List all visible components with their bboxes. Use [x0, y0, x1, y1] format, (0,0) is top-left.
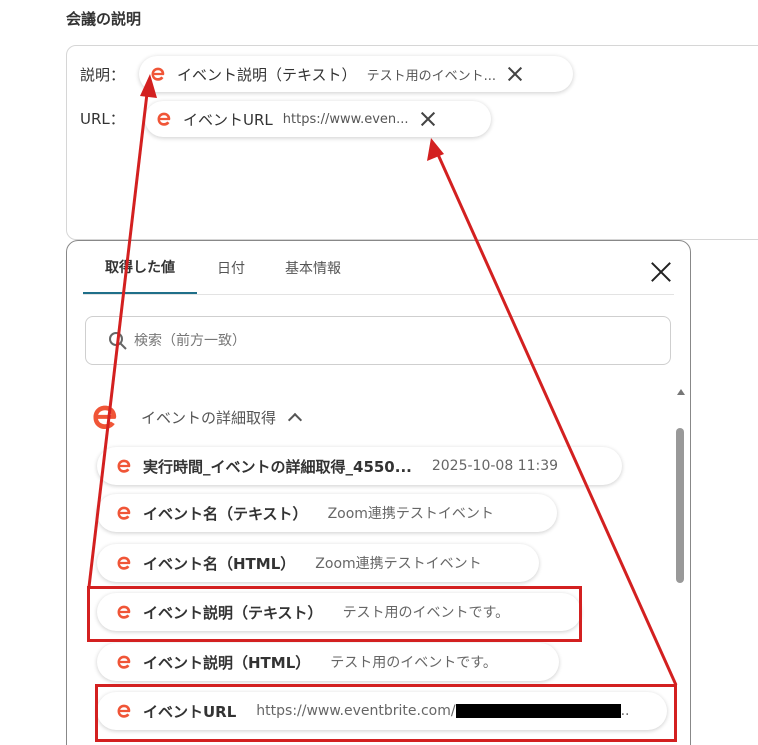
- item-name: イベント名（テキスト）: [143, 504, 308, 523]
- item-value: https://www.eventbrite.com/..: [256, 703, 629, 719]
- item-value: Zoom連携テストイベント: [315, 556, 482, 572]
- chip-value: テスト用のイベント...: [366, 68, 496, 84]
- remove-chip-close-icon[interactable]: [508, 67, 522, 81]
- tab-bar: 取得した値 日付 基本情報: [83, 241, 361, 295]
- list-item[interactable]: 実行時間_イベントの詳細取得_4550... 2025-10-08 11:39: [97, 447, 622, 485]
- tab-basic-info[interactable]: 基本情報: [265, 241, 361, 295]
- item-name: イベント説明（HTML）: [143, 653, 311, 672]
- scrollbar-thumb[interactable]: [676, 428, 684, 583]
- item-name: イベント名（HTML）: [143, 554, 296, 573]
- item-value: テスト用のイベントです。: [342, 605, 510, 621]
- list-item[interactable]: イベントURL https://www.eventbrite.com/..: [97, 692, 667, 730]
- item-value: Zoom連携テストイベント: [327, 506, 494, 522]
- chip-name: イベント説明（テキスト）: [177, 65, 357, 84]
- item-name: イベントURL: [143, 702, 237, 721]
- chip-event-url[interactable]: イベントURL https://www.even...: [145, 101, 491, 137]
- item-name: イベント説明（テキスト）: [143, 603, 323, 622]
- scroll-up-arrow-icon[interactable]: [677, 389, 685, 395]
- item-name: 実行時間_イベントの詳細取得_4550...: [143, 457, 412, 476]
- chip-value: https://www.even...: [282, 111, 409, 127]
- search-icon: [109, 331, 127, 350]
- tab-divider: [83, 294, 674, 295]
- description-field[interactable]: 説明： イベント説明（テキスト） テスト用のイベント... URL： イベントU…: [66, 45, 758, 240]
- close-panel-button[interactable]: [651, 262, 671, 282]
- group-header-event-details[interactable]: イベントの詳細取得: [89, 401, 303, 433]
- tab-retrieved-values[interactable]: 取得した値: [83, 241, 197, 295]
- item-value-text: https://www.eventbrite.com/: [256, 703, 456, 719]
- search-input[interactable]: [134, 332, 634, 349]
- item-value: テスト用のイベントです。: [330, 655, 497, 671]
- tab-date[interactable]: 日付: [197, 241, 265, 295]
- chevron-up-icon[interactable]: [287, 412, 303, 428]
- group-title: イベントの詳細取得: [141, 408, 277, 427]
- chip-event-description[interactable]: イベント説明（テキスト） テスト用のイベント...: [139, 56, 573, 92]
- chip-name: イベントURL: [183, 110, 273, 129]
- section-title: 会議の説明: [66, 10, 142, 28]
- eventbrite-e-icon: [115, 702, 133, 720]
- eventbrite-e-icon: [115, 603, 133, 621]
- list-item[interactable]: イベント説明（テキスト） テスト用のイベントです。: [97, 593, 581, 631]
- eventbrite-e-icon: [155, 110, 173, 128]
- eventbrite-e-icon: [115, 457, 133, 475]
- eventbrite-e-icon: [149, 65, 167, 83]
- url-label: URL：: [80, 110, 125, 128]
- item-value: 2025-10-08 11:39: [431, 458, 559, 474]
- scrollbar[interactable]: [675, 386, 685, 706]
- search-field[interactable]: [85, 316, 671, 365]
- redacted-block: [455, 704, 621, 718]
- eventbrite-e-icon: [115, 504, 133, 522]
- list-item[interactable]: イベント名（HTML） Zoom連携テストイベント: [97, 544, 539, 582]
- list-item[interactable]: イベント説明（HTML） テスト用のイベントです。: [97, 643, 559, 681]
- eventbrite-e-icon: [89, 401, 121, 433]
- remove-chip-close-icon[interactable]: [421, 112, 435, 126]
- eventbrite-e-icon: [115, 554, 133, 572]
- description-label: 説明：: [80, 66, 126, 84]
- item-value-suffix: ..: [620, 703, 630, 719]
- list-item[interactable]: イベント名（テキスト） Zoom連携テストイベント: [97, 494, 557, 532]
- value-picker-panel: 取得した値 日付 基本情報 イベントの詳細取得 実行時間_イベントの詳細取得_4…: [66, 240, 691, 745]
- eventbrite-e-icon: [115, 653, 133, 671]
